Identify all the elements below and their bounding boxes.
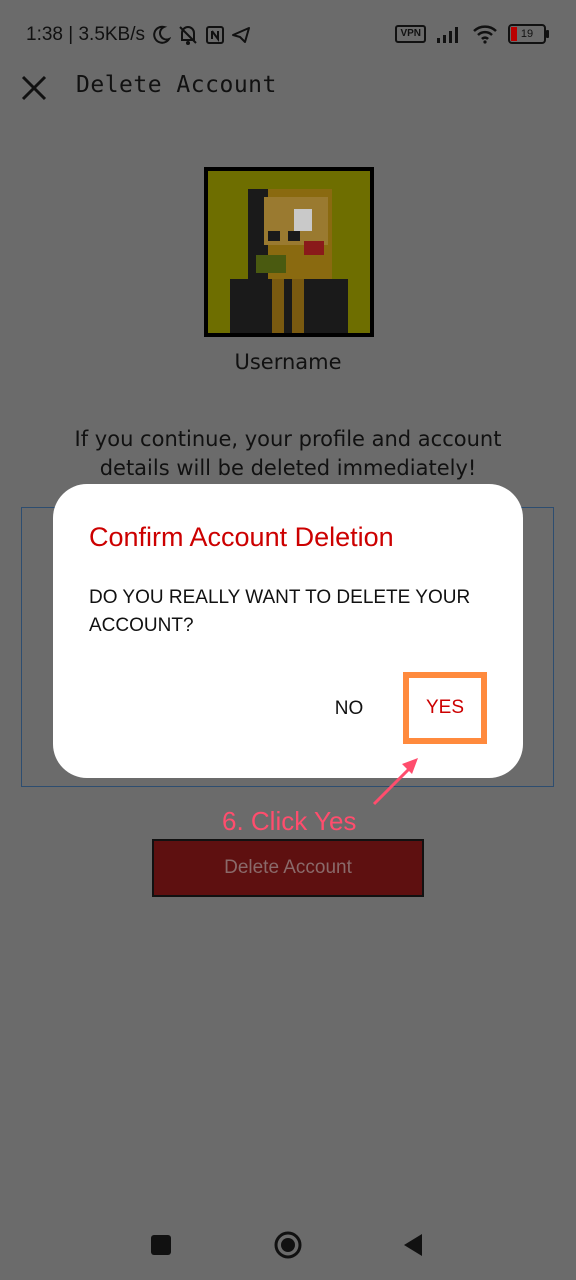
battery-level: 19 (520, 28, 534, 40)
close-icon[interactable] (20, 74, 48, 102)
status-time-speed: 1:38 | 3.5KB/s (26, 24, 146, 45)
annotation-label: 6. Click Yes (222, 806, 357, 836)
screen: 1:38 | 3.5KB/s VPN 19 Delete Account Use… (0, 0, 576, 1280)
wifi-icon (473, 25, 497, 44)
status-bar: 1:38 | 3.5KB/s VPN 19 (0, 0, 576, 72)
battery-icon: 19 (508, 24, 549, 44)
moon-icon (153, 25, 172, 44)
recents-icon[interactable] (151, 1235, 171, 1255)
delete-account-button[interactable]: Delete Account (152, 839, 424, 897)
mute-icon (179, 26, 197, 45)
confirm-dialog: Confirm Account Deletion DO YOU REALLY W… (53, 484, 523, 778)
yes-button[interactable]: YES (403, 672, 487, 744)
status-left: 1:38 | 3.5KB/s (26, 24, 251, 46)
dialog-title: Confirm Account Deletion (89, 522, 394, 552)
app-header: Delete Account (0, 64, 576, 112)
status-right: VPN 19 (395, 24, 549, 44)
telegram-icon (232, 27, 251, 43)
avatar (204, 167, 374, 337)
username: Username (234, 350, 342, 374)
no-button[interactable]: NO (319, 689, 379, 729)
avatar-image (208, 171, 370, 333)
page-title: Delete Account (76, 72, 277, 98)
annotation-arrow-icon (372, 758, 418, 806)
back-icon[interactable] (400, 1232, 426, 1258)
nav-bar (0, 1210, 576, 1280)
warning-text: If you continue, your profile and accoun… (74, 427, 502, 480)
dialog-message: DO YOU REALLY WANT TO DELETE YOUR ACCOUN… (89, 587, 471, 636)
signal-icon (437, 27, 458, 43)
nfc-icon (206, 26, 225, 44)
home-icon[interactable] (273, 1230, 303, 1260)
vpn-icon: VPN (395, 25, 426, 43)
